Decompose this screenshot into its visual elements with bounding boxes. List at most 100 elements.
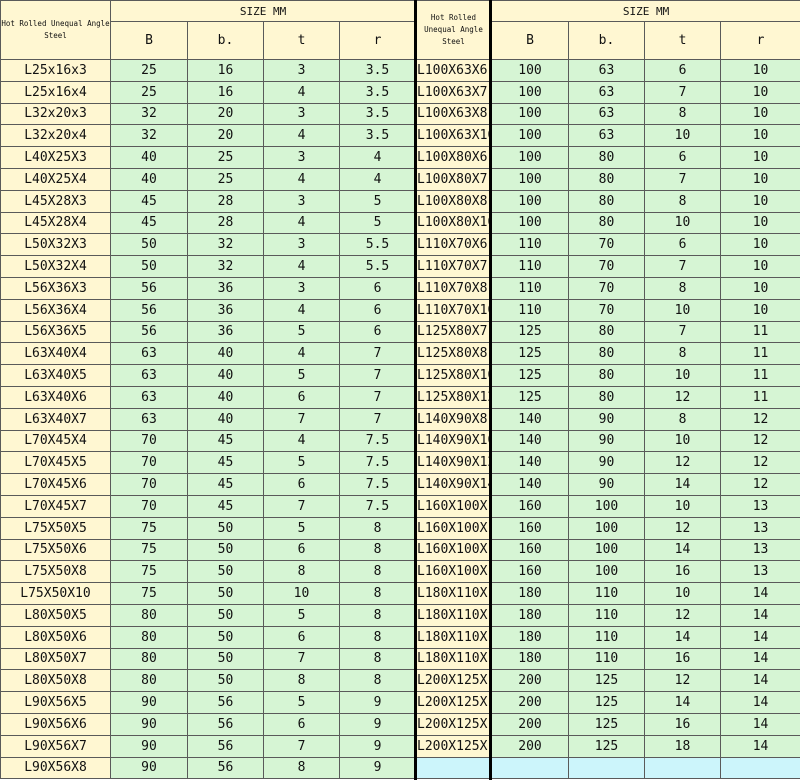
r-value-cell[interactable]: 8 [338,538,417,562]
r-value-cell[interactable]: 14 [719,734,800,758]
r-value-cell[interactable]: 12 [719,429,800,453]
b-value-cell[interactable]: 200 [491,734,569,758]
size-name-cell[interactable]: L100X63X7 [415,80,492,104]
b-value-cell[interactable]: 90 [110,734,188,758]
b-value-cell[interactable]: 32 [110,102,188,126]
size-name-cell[interactable]: L75X50X8 [0,560,111,584]
r-value-cell[interactable]: 14 [719,647,800,671]
b-small-value-cell[interactable]: 80 [568,167,645,191]
size-name-cell[interactable]: L70X45X7 [0,494,111,518]
r-value-cell[interactable]: 10 [719,59,800,82]
size-name-cell[interactable]: L110X70X6 [415,233,492,257]
size-name-cell[interactable]: L56X36X4 [0,298,111,322]
b-small-value-cell[interactable]: 80 [568,146,645,169]
b-value-cell[interactable]: 160 [491,516,569,540]
t-value-cell[interactable]: 3 [263,276,340,300]
b-value-cell[interactable]: 25 [110,80,188,104]
r-value-cell[interactable]: 9 [338,734,417,758]
t-value-cell[interactable]: 6 [644,233,721,257]
b-small-value-cell[interactable]: 80 [568,189,645,213]
size-name-cell[interactable]: L125X80X8 [415,342,492,366]
size-name-cell[interactable]: L90X56X6 [0,712,111,736]
r-value-cell[interactable]: 7 [338,385,417,409]
b-small-value-cell[interactable]: 16 [187,80,264,104]
t-value-cell[interactable]: 6 [263,385,340,409]
r-value-cell[interactable]: 12 [719,451,800,475]
b-value-cell[interactable]: 70 [110,473,188,496]
size-name-cell[interactable]: L100X80X7 [415,167,492,191]
r-value-cell[interactable]: 5.5 [338,255,417,278]
t-value-cell[interactable]: 3 [263,102,340,126]
t-value-cell[interactable]: 7 [263,407,340,431]
r-value-cell[interactable]: 7.5 [338,429,417,453]
b-value-cell[interactable]: 75 [110,582,188,605]
b-small-value-cell[interactable]: 40 [187,342,264,366]
r-value-cell[interactable]: 8 [338,669,417,693]
r-value-cell[interactable]: 14 [719,669,800,693]
b-value-cell[interactable]: 75 [110,516,188,540]
size-name-cell[interactable]: L90X56X7 [0,734,111,758]
t-value-cell[interactable]: 12 [644,451,721,475]
t-value-cell[interactable]: 3 [263,59,340,82]
b-small-value-cell[interactable]: 110 [568,582,645,605]
b-small-value-cell[interactable]: 70 [568,233,645,257]
size-name-cell[interactable]: L160X100X14 [415,538,492,562]
r-value-cell[interactable]: 8 [338,582,417,605]
t-value-cell[interactable]: 10 [644,494,721,518]
t-value-cell[interactable]: 7 [263,647,340,671]
b-value-cell[interactable]: 40 [110,146,188,169]
r-value-cell[interactable]: 8 [338,625,417,649]
b-small-value-cell[interactable]: 56 [187,691,264,714]
b-small-value-cell[interactable]: 70 [568,276,645,300]
t-value-cell[interactable]: 8 [644,342,721,366]
r-value-cell[interactable]: 8 [338,647,417,671]
b-small-value-cell[interactable]: 100 [568,560,645,584]
b-small-value-cell[interactable]: 32 [187,255,264,278]
size-name-cell[interactable]: L75X50X6 [0,538,111,562]
size-name-cell[interactable]: L125X80X7 [415,320,492,344]
column-header-b-small-cell[interactable]: b. [187,21,264,60]
t-value-cell[interactable]: 10 [644,429,721,453]
b-small-value-cell[interactable]: 50 [187,582,264,605]
b-value-cell[interactable]: 125 [491,320,569,344]
t-value-cell[interactable]: 7 [644,80,721,104]
size-name-cell[interactable]: L160X100X10 [415,494,492,518]
t-value-cell[interactable]: 6 [263,712,340,736]
b-value-cell[interactable]: 50 [110,233,188,257]
b-small-value-cell[interactable]: 56 [187,712,264,736]
b-value-cell[interactable]: 140 [491,429,569,453]
size-name-cell[interactable]: L80X50X5 [0,603,111,627]
b-value-cell[interactable]: 63 [110,385,188,409]
b-small-value-cell[interactable]: 80 [568,320,645,344]
size-name-cell[interactable]: L200X125X16 [415,712,492,736]
size-name-cell[interactable]: L100X80X6 [415,146,492,169]
b-value-cell[interactable]: 40 [110,167,188,191]
b-value-cell[interactable]: 56 [110,298,188,322]
b-value-cell[interactable]: 63 [110,342,188,366]
t-value-cell[interactable]: 10 [644,211,721,235]
size-name-cell[interactable]: L70X45X6 [0,473,111,496]
size-name-cell[interactable]: L32x20x3 [0,102,111,126]
b-small-value-cell[interactable]: 90 [568,407,645,431]
column-header-b-cell[interactable]: B [491,21,569,60]
t-value-cell[interactable]: 12 [644,669,721,693]
size-name-cell[interactable]: L56X36X5 [0,320,111,344]
b-value-cell[interactable]: 160 [491,560,569,584]
r-value-cell[interactable]: 13 [719,494,800,518]
b-value-cell[interactable]: 56 [110,320,188,344]
b-small-value-cell[interactable]: 28 [187,189,264,213]
b-value-cell[interactable]: 50 [110,255,188,278]
t-value-cell[interactable]: 7 [644,320,721,344]
b-small-value-cell[interactable]: 100 [568,494,645,518]
t-value-cell[interactable]: 7 [263,734,340,758]
size-name-cell[interactable]: L63X40X6 [0,385,111,409]
b-small-value-cell[interactable]: 63 [568,102,645,126]
t-value-cell[interactable]: 5 [263,691,340,714]
b-value-cell[interactable]: 45 [110,211,188,235]
t-value-cell[interactable]: 12 [644,516,721,540]
r-value-cell[interactable]: 14 [719,691,800,714]
b-small-value-cell[interactable]: 40 [187,364,264,387]
size-name-cell[interactable]: L50X32X4 [0,255,111,278]
size-name-cell[interactable] [415,756,492,780]
t-value-cell[interactable]: 18 [644,734,721,758]
